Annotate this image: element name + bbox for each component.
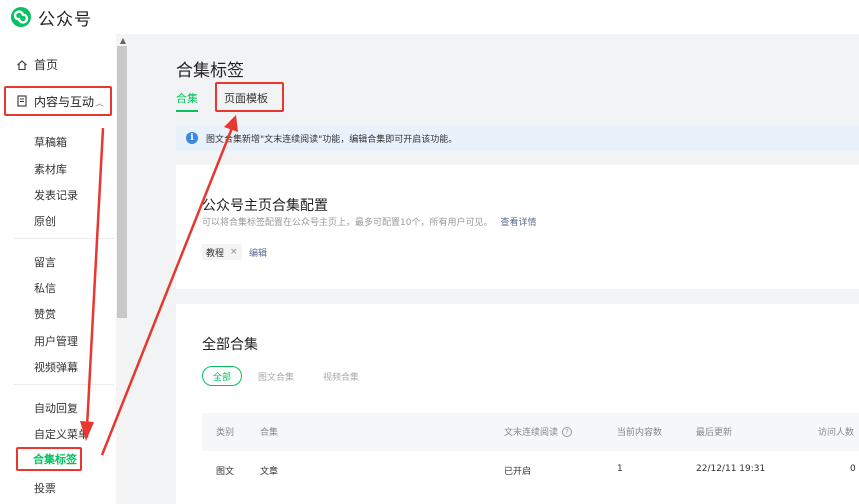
scrollbar-thumb[interactable] (117, 46, 127, 318)
column-header-continuous-reading: 文末连续阅读 ? (504, 425, 573, 438)
sidebar-item-collection-tags[interactable]: 合集标签 (16, 447, 82, 471)
chevron-up-icon[interactable]: ︿ (95, 96, 104, 109)
document-icon (17, 95, 27, 107)
cell-content-count: 1 (617, 464, 623, 474)
annotation-highlight-box (215, 82, 284, 112)
sidebar-scrollbar[interactable]: ▲ (116, 34, 128, 504)
sidebar-section-label: 内容与互动 (34, 94, 95, 109)
sidebar-divider (14, 238, 114, 239)
view-details-link[interactable]: 查看详情 (500, 218, 536, 228)
sidebar-divider (14, 384, 114, 385)
active-tab-indicator (176, 110, 198, 112)
info-icon: i (186, 132, 198, 144)
app-name: 公众号 (38, 9, 92, 30)
filter-video-collections[interactable]: 视频合集 (323, 366, 359, 386)
column-header-collection: 合集 (260, 428, 279, 438)
question-mark-icon[interactable]: ? (562, 426, 573, 437)
collection-tag-chip: 教程 × (202, 244, 242, 260)
close-icon[interactable]: × (230, 247, 238, 257)
column-header-last-updated: 最后更新 (696, 428, 733, 438)
page-title: 合集标签 (176, 61, 244, 81)
sidebar: 首页 内容与互动 ︿ 草稿箱 素材库 发表记录 原创 留言 私信 赞赏 用户管理… (0, 34, 128, 504)
cell-visitors: 0 (850, 464, 856, 474)
notice-text: 图文合集新增"文末连续阅读"功能，编辑合集即可开启该功能。 (206, 134, 458, 145)
edit-link[interactable]: 编辑 (249, 246, 267, 259)
top-bar: 公众号 (0, 0, 859, 34)
card-description: 可以将合集标签配置在公众号主页上，最多可配置10个，所有用户可见。 查看详情 (202, 215, 536, 228)
sidebar-item-home[interactable]: 首页 (16, 56, 132, 73)
card-title: 全部合集 (202, 337, 258, 353)
wechat-official-logo-icon[interactable] (10, 6, 32, 28)
home-icon (17, 59, 27, 70)
column-header-type: 类别 (216, 428, 235, 438)
sidebar-item-label: 首页 (34, 58, 59, 72)
table-row[interactable]: 图文 文章 已开启 1 22/12/11 19:31 0 (202, 451, 859, 491)
column-header-content-count: 当前内容数 (617, 428, 663, 438)
filter-all[interactable]: 全部 (202, 366, 242, 386)
all-collections-card: 全部合集 全部 图文合集 视频合集 类别 合集 文末连续阅读 ? 当前内容数 最… (176, 304, 859, 504)
cell-last-updated: 22/12/11 19:31 (696, 464, 766, 474)
column-header-label: 文末连续阅读 (504, 428, 559, 438)
sidebar-section-content-interaction[interactable]: 内容与互动 ︿ (4, 86, 112, 116)
cell-collection-name[interactable]: 文章 (260, 464, 278, 477)
cell-type: 图文 (216, 467, 235, 477)
table-header: 类别 合集 文末连续阅读 ? 当前内容数 最后更新 访问人数 (202, 413, 859, 451)
description-text: 可以将合集标签配置在公众号主页上，最多可配置10个，所有用户可见。 (202, 218, 493, 228)
main-content: 合集标签 合集 页面模板 i 图文合集新增"文末连续阅读"功能，编辑合集即可开启… (128, 34, 859, 504)
column-header-visitors: 访问人数 (818, 428, 855, 438)
scroll-up-arrow-icon[interactable]: ▲ (120, 36, 126, 45)
tab-collections[interactable]: 合集 (176, 90, 198, 106)
filter-article-collections[interactable]: 图文合集 (258, 366, 294, 386)
notice-banner: i 图文合集新增"文末连续阅读"功能，编辑合集即可开启该功能。 (176, 125, 859, 151)
homepage-collection-config-card: 公众号主页合集配置 可以将合集标签配置在公众号主页上，最多可配置10个，所有用户… (176, 165, 859, 289)
cell-continuous-reading: 已开启 (504, 467, 532, 477)
tag-label: 教程 (206, 248, 225, 259)
card-title: 公众号主页合集配置 (202, 198, 328, 214)
